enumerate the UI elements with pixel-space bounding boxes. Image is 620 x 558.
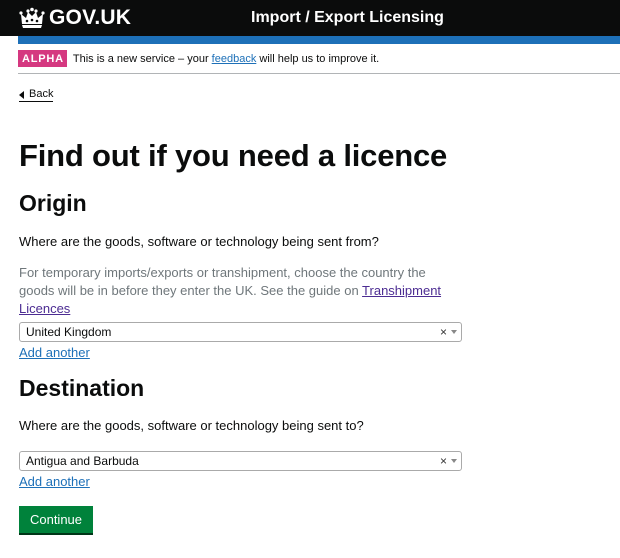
origin-country-select[interactable]: United Kingdom ×	[19, 322, 462, 342]
origin-hint: For temporary imports/exports or transhi…	[19, 264, 449, 318]
destination-add-another-link[interactable]: Add another	[19, 474, 90, 490]
clear-icon[interactable]: ×	[440, 324, 447, 340]
govuk-logo-text: GOV.UK	[49, 6, 132, 29]
origin-add-another-link[interactable]: Add another	[19, 345, 90, 361]
alpha-tag: ALPHA	[18, 50, 67, 67]
page-title: Find out if you need a licence	[19, 138, 448, 173]
origin-heading: Origin	[19, 190, 87, 216]
origin-selected-value: United Kingdom	[26, 325, 112, 339]
header-blue-bar	[18, 36, 620, 44]
phase-text-after: will help us to improve it.	[256, 52, 380, 65]
chevron-down-icon[interactable]	[451, 330, 457, 334]
site-header: GOV.UK Import / Export Licensing	[0, 0, 620, 36]
destination-selected-value: Antigua and Barbuda	[26, 454, 139, 468]
chevron-down-icon[interactable]	[451, 459, 457, 463]
service-name-link[interactable]: Import / Export Licensing	[251, 8, 444, 28]
origin-label: Where are the goods, software or technol…	[19, 234, 379, 249]
destination-country-select[interactable]: Antigua and Barbuda ×	[19, 451, 462, 471]
phase-banner: ALPHA This is a new service – your feedb…	[18, 44, 620, 74]
back-link[interactable]: Back	[19, 88, 54, 102]
clear-icon[interactable]: ×	[440, 453, 447, 469]
phase-text-before: This is a new service – your	[72, 52, 212, 65]
govuk-logo-link[interactable]: GOV.UK	[19, 6, 131, 30]
continue-button[interactable]: Continue	[19, 506, 93, 533]
crown-icon	[19, 7, 45, 28]
back-arrow-icon	[19, 91, 24, 99]
back-label: Back	[29, 88, 54, 100]
destination-label: Where are the goods, software or technol…	[19, 418, 364, 433]
feedback-link[interactable]: feedback	[212, 53, 257, 65]
phase-banner-text: This is a new service – your feedback wi…	[73, 52, 379, 66]
destination-heading: Destination	[19, 375, 145, 401]
